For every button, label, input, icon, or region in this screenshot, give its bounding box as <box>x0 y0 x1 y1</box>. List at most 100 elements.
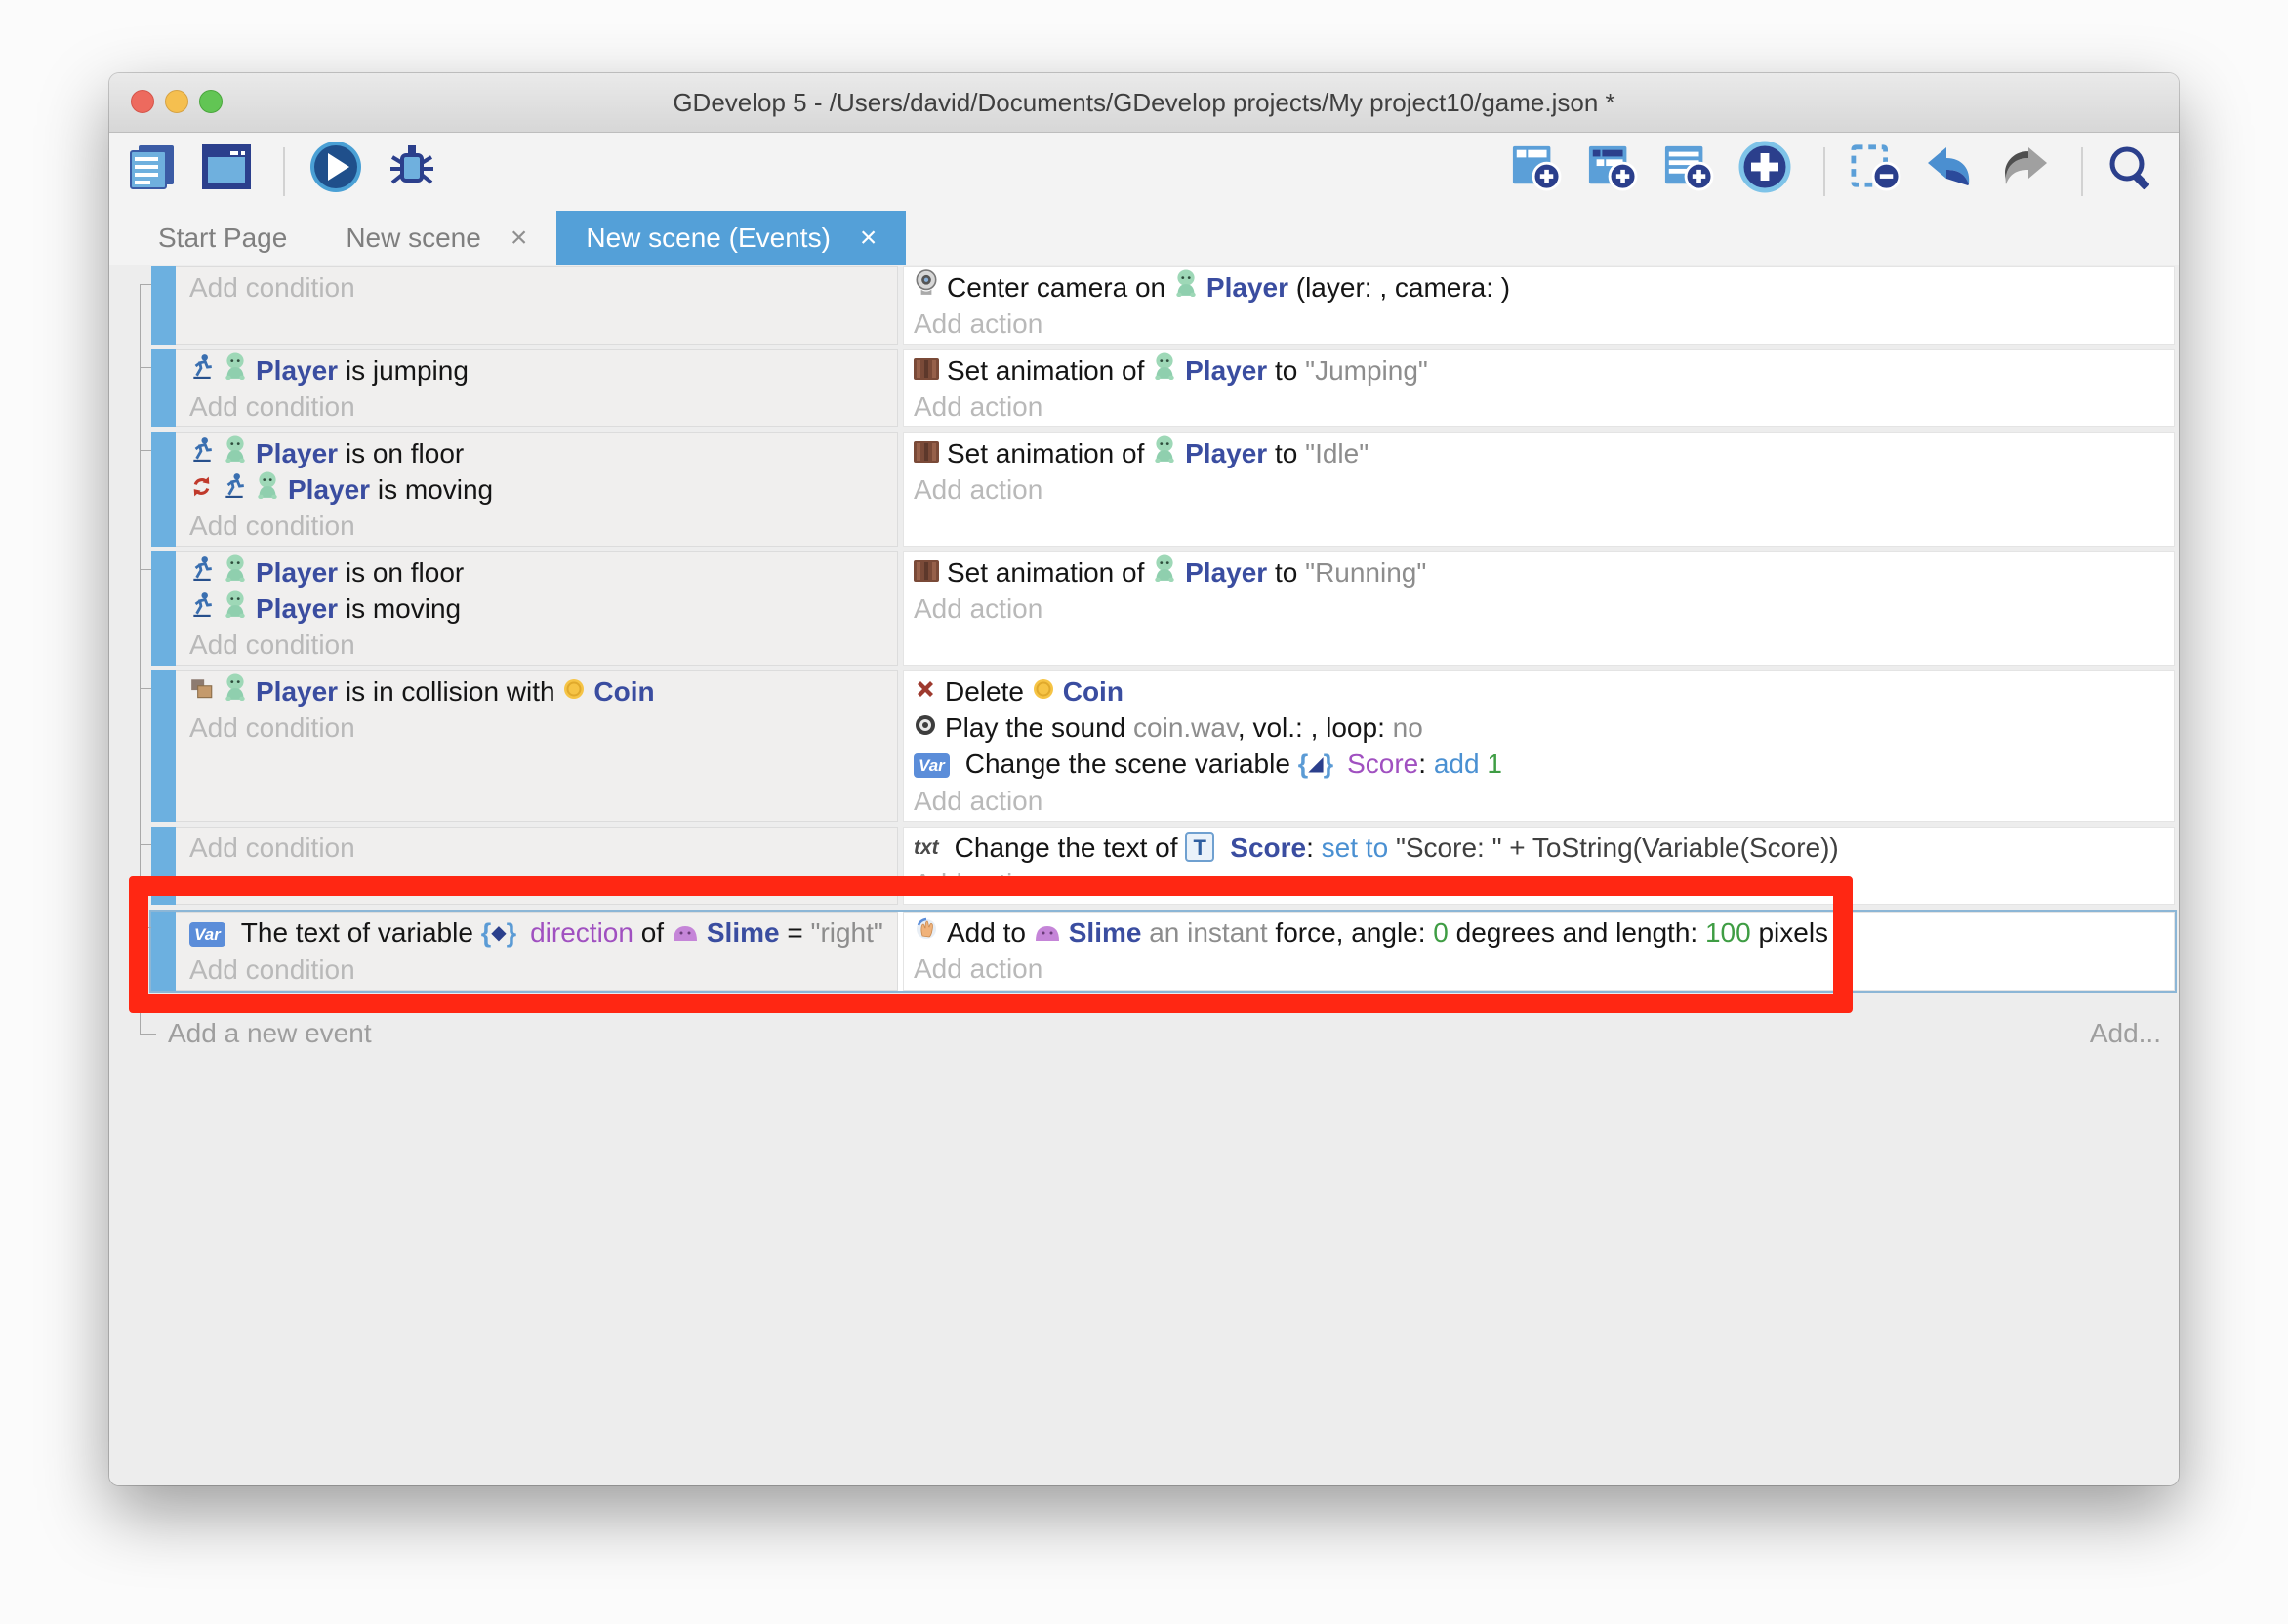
actions-cell[interactable]: Delete CoinPlay the sound coin.wav, vol.… <box>903 670 2175 822</box>
main-toolbar <box>109 133 2179 211</box>
add-action-button[interactable]: Add action <box>914 471 2174 508</box>
coin-icon <box>562 673 586 710</box>
text-segment: to <box>1267 557 1305 588</box>
action-line[interactable]: Set animation of Player to "Running" <box>914 554 2174 590</box>
action-line[interactable]: Center camera on Player (layer: , camera… <box>914 269 2174 305</box>
event-drag-handle[interactable] <box>151 349 176 427</box>
tab-new-scene-events[interactable]: New scene (Events)× <box>556 211 906 265</box>
project-manager-button[interactable] <box>127 146 185 197</box>
event-drag-handle[interactable] <box>151 266 176 345</box>
event-row[interactable]: Player is on floorPlayer is movingAdd co… <box>151 432 2175 547</box>
conditions-cell[interactable]: Player is on floorPlayer is movingAdd co… <box>176 551 898 666</box>
delete-event-button[interactable] <box>1849 147 1909 196</box>
platformer-icon <box>222 471 247 508</box>
tab-start-page[interactable]: Start Page <box>129 211 316 265</box>
search-button[interactable] <box>2106 148 2161 195</box>
actions-cell[interactable]: Center camera on Player (layer: , camera… <box>903 266 2175 345</box>
condition-line[interactable]: Player is moving <box>189 590 897 627</box>
minimize-window-button[interactable] <box>165 90 188 113</box>
condition-line[interactable]: Player is on floor <box>189 435 897 471</box>
add-circle-icon <box>1737 140 1792 199</box>
action-line[interactable]: Delete Coin <box>914 673 2174 710</box>
tab-close-icon[interactable]: × <box>511 222 528 255</box>
window-title: GDevelop 5 - /Users/david/Documents/GDev… <box>109 73 2179 132</box>
text-segment: "Score: " + ToString(Variable(Score)) <box>1396 832 1839 863</box>
sound-icon <box>914 710 937 746</box>
condition-line[interactable]: Player is in collision with Coin <box>189 673 897 710</box>
action-line[interactable]: txtChange the text of TScore: set to "Sc… <box>914 830 2174 867</box>
add-circle-button[interactable] <box>1737 144 1800 199</box>
event-row[interactable]: Player is on floorPlayer is movingAdd co… <box>151 551 2175 666</box>
text-segment: Set animation of <box>947 438 1152 468</box>
player-icon <box>1152 352 1177 388</box>
add-condition-button[interactable]: Add condition <box>189 830 897 866</box>
add-condition-button[interactable]: Add condition <box>189 269 897 305</box>
condition-line[interactable]: Player is on floor <box>189 554 897 590</box>
event-row[interactable]: Player is in collision with CoinAdd cond… <box>151 670 2175 822</box>
text-segment: is on floor <box>338 438 464 468</box>
text-segment: Player <box>256 557 338 588</box>
event-drag-handle[interactable] <box>151 670 176 822</box>
event-drag-handle[interactable] <box>151 432 176 547</box>
add-more-button[interactable]: Add... <box>2090 1018 2161 1049</box>
text-segment: no <box>1393 712 1423 743</box>
conditions-cell[interactable]: Player is jumpingAdd condition <box>176 349 898 427</box>
text-segment: Player <box>1206 272 1288 303</box>
tab-new-scene[interactable]: New scene × <box>316 211 556 265</box>
debug-button[interactable] <box>387 146 445 197</box>
event-row[interactable]: Add condition Center camera on Player (la… <box>151 266 2175 345</box>
condition-line[interactable]: Player is jumping <box>189 352 897 388</box>
tab-label: New scene <box>346 223 481 254</box>
zoom-window-button[interactable] <box>199 90 223 113</box>
action-line[interactable]: Set animation of Player to "Jumping" <box>914 352 2174 388</box>
condition-line[interactable]: Player is moving <box>189 471 897 508</box>
add-condition-button[interactable]: Add condition <box>189 508 897 544</box>
text-segment: Coin <box>1063 676 1124 707</box>
camera-icon <box>914 269 939 305</box>
undo-button[interactable] <box>1925 150 1983 193</box>
conditions-cell[interactable]: Player is on floorPlayer is movingAdd co… <box>176 432 898 547</box>
animation-icon <box>914 435 939 471</box>
tab-bar: Start PageNew scene×New scene (Events)× <box>109 211 2179 265</box>
event-tree-line <box>140 688 151 689</box>
conditions-cell[interactable]: Add condition <box>176 266 898 345</box>
toolbar-divider <box>283 147 285 196</box>
add-comment-button[interactable] <box>1661 147 1722 196</box>
add-event-button[interactable] <box>1509 147 1570 196</box>
var-badge-icon: {◢} <box>1298 745 1339 783</box>
play-button[interactable] <box>308 144 371 199</box>
close-window-button[interactable] <box>131 90 154 113</box>
tab-close-icon[interactable]: × <box>860 222 878 255</box>
add-new-event-button[interactable]: Add a new event <box>168 1018 372 1048</box>
player-icon <box>1152 435 1177 471</box>
text-segment: Coin <box>593 676 654 707</box>
action-line[interactable]: VarChange the scene variable {◢}Score: a… <box>914 746 2174 783</box>
text-segment: Player <box>288 474 370 505</box>
scene-editor-button[interactable] <box>201 146 260 197</box>
text-segment: "Running" <box>1305 557 1426 588</box>
add-action-button[interactable]: Add action <box>914 388 2174 425</box>
redo-button[interactable] <box>1999 150 2058 193</box>
events-editor: Add condition Center camera on Player (la… <box>109 265 2179 1485</box>
actions-cell[interactable]: Set animation of Player to "Running"Add … <box>903 551 2175 666</box>
event-row[interactable]: Player is jumpingAdd conditionSet animat… <box>151 349 2175 427</box>
text-segment: Player <box>256 676 338 707</box>
conditions-cell[interactable]: Player is in collision with CoinAdd cond… <box>176 670 898 822</box>
add-condition-button[interactable]: Add condition <box>189 627 897 663</box>
event-drag-handle[interactable] <box>151 551 176 666</box>
title-bar[interactable]: GDevelop 5 - /Users/david/Documents/GDev… <box>109 73 2179 133</box>
search-icon <box>2106 143 2153 195</box>
add-condition-button[interactable]: Add condition <box>189 388 897 425</box>
add-action-button[interactable]: Add action <box>914 783 2174 819</box>
collision-icon <box>189 673 215 710</box>
action-line[interactable]: Set animation of Player to "Idle" <box>914 435 2174 471</box>
add-subevent-button[interactable] <box>1585 147 1646 196</box>
add-action-button[interactable]: Add action <box>914 305 2174 342</box>
text-segment: coin.wav <box>1133 712 1238 743</box>
text-segment: is on floor <box>338 557 464 588</box>
actions-cell[interactable]: Set animation of Player to "Jumping"Add … <box>903 349 2175 427</box>
add-action-button[interactable]: Add action <box>914 590 2174 627</box>
actions-cell[interactable]: Set animation of Player to "Idle"Add act… <box>903 432 2175 547</box>
add-condition-button[interactable]: Add condition <box>189 710 897 746</box>
action-line[interactable]: Play the sound coin.wav, vol.: , loop: n… <box>914 710 2174 746</box>
